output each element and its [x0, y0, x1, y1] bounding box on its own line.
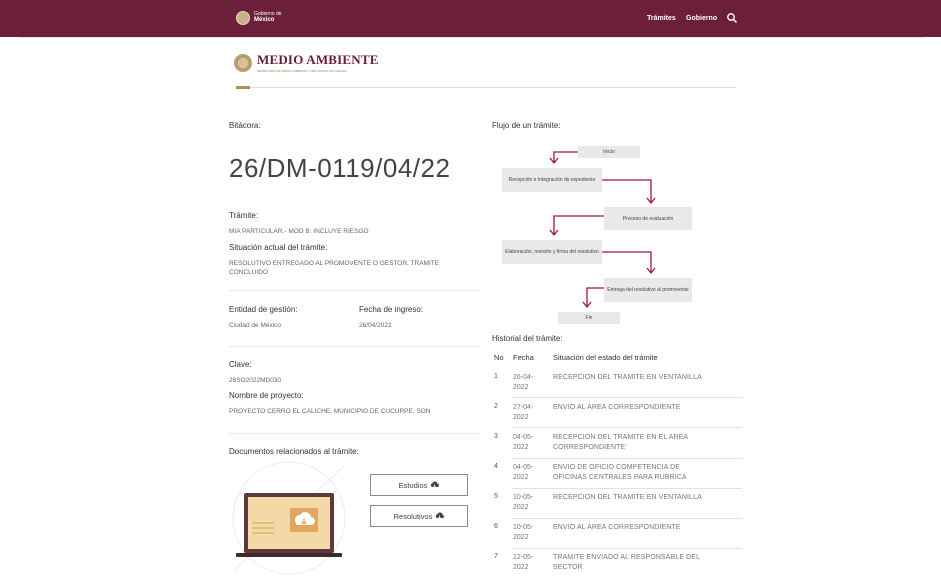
row-situacion: RECEPCION DEL TRAMITE EN VENTANILLA	[553, 494, 702, 501]
flow-step-entrega: Entrega del resolutivo al promovente	[604, 278, 692, 302]
brand-medio-ambiente[interactable]: MEDIO AMBIENTE SECRETARÍA DE MEDIO AMBIE…	[234, 52, 379, 73]
situacion-label: Situación actual del trámite:	[229, 243, 328, 252]
top-navbar: Gobierno de México Trámites Gobierno	[0, 0, 941, 37]
bitacora-value: 26/DM-0119/04/22	[229, 153, 451, 183]
row-situacion: ENVIO DE OFICIO COMPETENCIA DE OFICINAS C…	[553, 464, 687, 481]
flujo-label: Flujo de un trámite:	[492, 121, 561, 130]
divider	[229, 433, 480, 434]
download-cloud-icon	[431, 481, 440, 489]
row-divider	[512, 458, 742, 459]
flow-step-recepcion: Recepción e Integración de expediente	[502, 168, 602, 192]
gobierno-logo[interactable]: Gobierno de México	[236, 11, 282, 25]
laptop-download-illustration	[232, 461, 346, 575]
documentos-label: Documentos relacionados al trámite:	[229, 447, 359, 456]
divider	[229, 290, 480, 291]
brand-subtitle: SECRETARÍA DE MEDIO AMBIENTE Y RECURSOS …	[257, 69, 347, 73]
entidad-label: Entidad de gestión:	[229, 305, 298, 314]
search-icon[interactable]	[726, 12, 738, 24]
gobierno-seal-icon	[236, 11, 250, 25]
row-situacion: ENVIO AL AREA CORRESPONDIENTE	[553, 404, 681, 411]
row-situacion: TRAMITE ENVIADO AL RESPONSABLE DEL SECTOR	[553, 554, 701, 571]
historial-col-fecha: Fecha	[513, 353, 534, 362]
brand-accent-bar	[236, 86, 250, 89]
clave-value: 26SO2022MD030	[229, 377, 282, 384]
row-fecha: 26-04- 2022	[513, 374, 534, 391]
flow-step-inicio: Inicio	[578, 146, 640, 158]
proyecto-value: PROYECTO CERRO EL CALICHE, MUNICIPIO DE …	[229, 408, 431, 415]
fecha-ingreso-value: 26/04/2022	[359, 322, 392, 329]
flow-step-evaluacion: Proceso de evaluación	[604, 207, 692, 230]
situacion-value-line2: CONCLUIDO	[229, 269, 269, 276]
resolutivos-button[interactable]: Resolutivos	[370, 505, 468, 527]
semarnat-seal-icon	[234, 53, 252, 72]
flow-step-elaboracion: Elaboración, revisión y firma del resolu…	[502, 240, 602, 264]
header-divider	[18, 37, 923, 38]
logo-big-text: México	[254, 17, 275, 23]
row-fecha: 04-05- 2022	[513, 464, 534, 481]
download-cloud-icon	[436, 512, 445, 520]
row-fecha: 10-05- 2022	[513, 524, 534, 541]
row-no: 4	[494, 463, 498, 470]
divider	[229, 346, 480, 347]
situacion-value-line1: RESOLUTIVO ENTREGADO AL PROMOVENTE O GES…	[229, 260, 440, 267]
fecha-ingreso-label: Fecha de ingreso:	[359, 305, 424, 314]
row-situacion: ENVIO AL AREA CORRESPONDIENTE	[553, 524, 681, 531]
row-no: 2	[494, 403, 498, 410]
row-situacion: RECEPCION DEL TRAMITE EN EL AREA CORRESPO…	[553, 434, 689, 451]
brand-title: MEDIO AMBIENTE	[257, 52, 379, 67]
nav-tramites[interactable]: Trámites	[647, 15, 676, 22]
proyecto-label: Nombre de proyecto:	[229, 391, 304, 400]
row-divider	[512, 488, 742, 489]
historial-col-no: No	[494, 353, 504, 362]
row-no: 5	[494, 493, 498, 500]
estudios-button[interactable]: Estudios	[370, 474, 468, 496]
row-divider	[512, 397, 742, 398]
tramite-label: Trámite:	[229, 211, 259, 220]
entidad-value: Ciudad de México	[229, 322, 282, 329]
row-no: 6	[494, 523, 498, 530]
flujo-diagram: Inicio Recepción e Integración de expedi…	[492, 138, 702, 328]
row-divider	[512, 518, 742, 519]
row-fecha: 10-05- 2022	[513, 494, 534, 511]
historial-col-situacion: Situación del estado del trámite	[553, 353, 658, 362]
tramite-value: MIA PARTICULAR.- MOD B: INCLUYE RIESGO	[229, 228, 369, 235]
historial-label: Historial del trámite:	[492, 334, 563, 343]
row-situacion: RECEPCION DEL TRAMITE EN VENTANILLA	[553, 374, 702, 381]
brand-divider	[236, 87, 736, 88]
clave-label: Clave:	[229, 360, 252, 369]
resolutivos-label: Resolutivos	[393, 511, 433, 521]
row-fecha: 27-04- 2022	[513, 404, 534, 421]
row-fecha: 04-05- 2022	[513, 434, 534, 451]
estudios-label: Estudios	[398, 480, 428, 490]
row-no: 3	[494, 433, 498, 440]
row-no: 7	[494, 553, 498, 560]
nav-gobierno[interactable]: Gobierno	[686, 15, 717, 22]
row-divider	[512, 427, 742, 428]
row-divider	[512, 548, 742, 549]
bitacora-label: Bitácora:	[229, 121, 261, 130]
row-no: 1	[494, 373, 498, 380]
flow-step-fin: Fin	[558, 312, 620, 324]
row-fecha: 12-05- 2022	[513, 554, 534, 571]
